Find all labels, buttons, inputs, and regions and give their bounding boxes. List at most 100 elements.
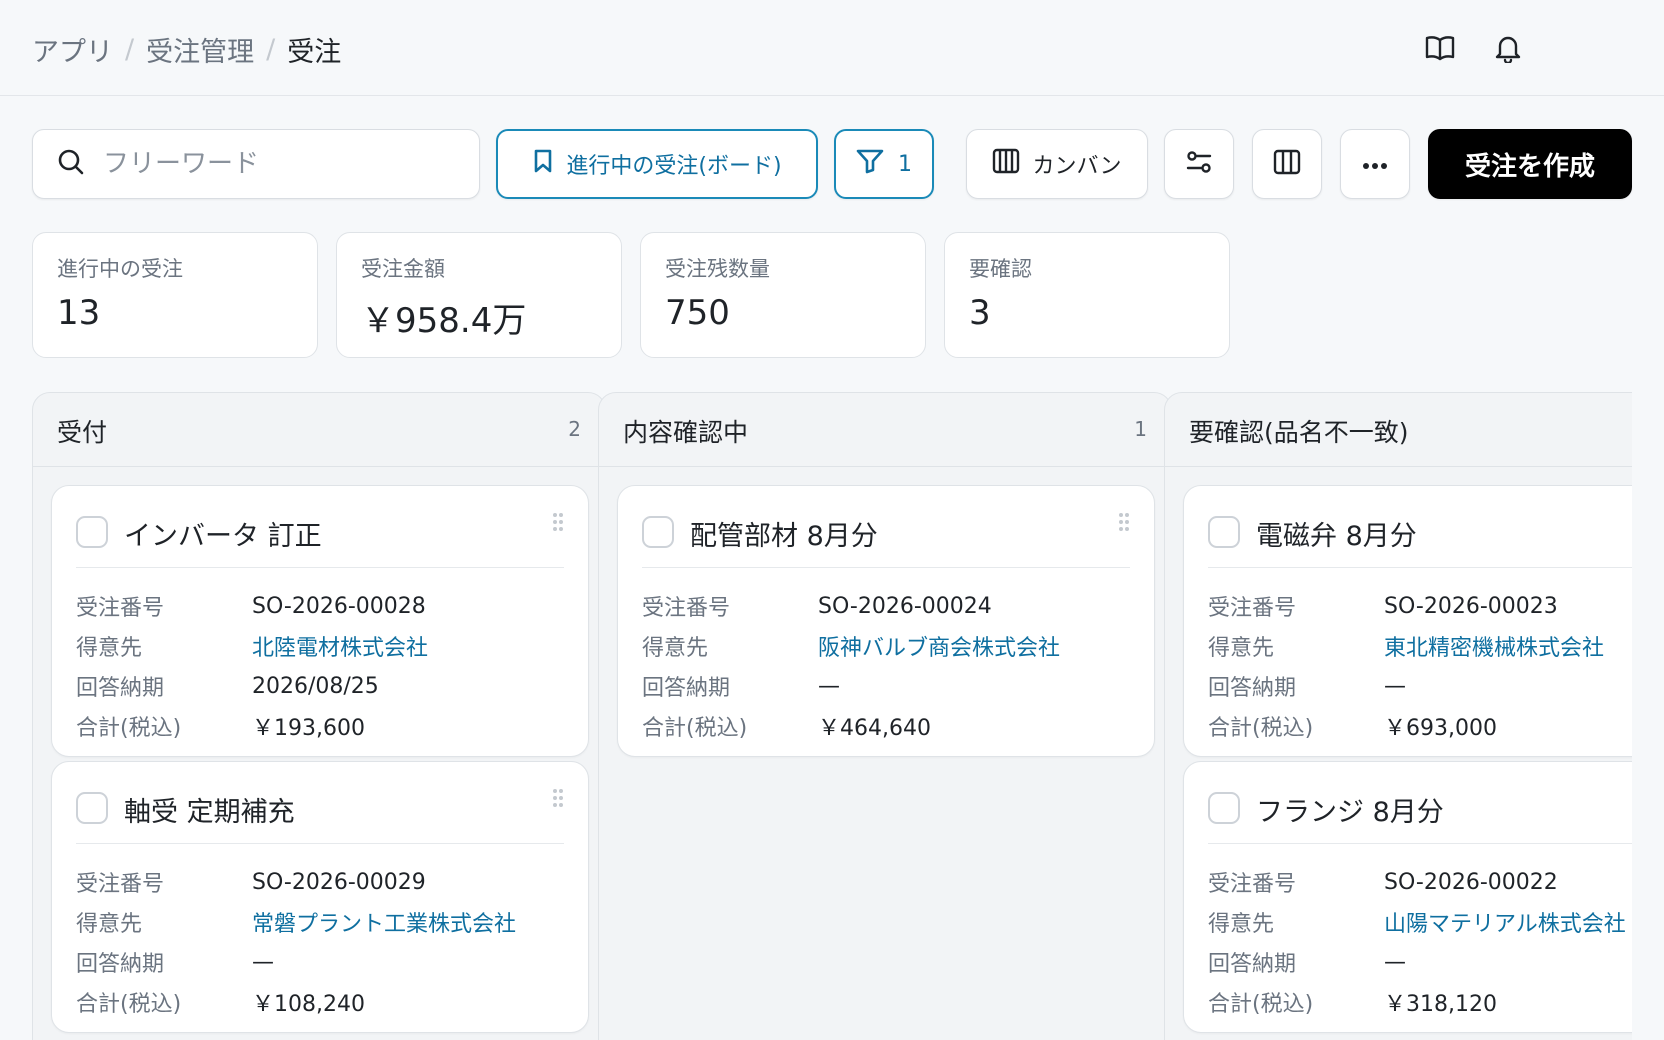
stat-label: 受注金額 bbox=[361, 257, 445, 281]
stat-card-backlog-qty: 受注残数量 750 bbox=[640, 232, 926, 358]
columns-icon bbox=[1273, 149, 1301, 179]
customer-link[interactable]: 阪神バルブ商会株式会社 bbox=[818, 630, 1060, 662]
stat-card-needs-review: 要確認 3 bbox=[944, 232, 1230, 358]
search-input[interactable] bbox=[103, 149, 463, 179]
column-title: 受付 bbox=[57, 418, 108, 447]
kanban-board: 受付 2 インバータ 訂正 受注番号 SO-2026-00028 得意先 北陸電材株… bbox=[32, 392, 1632, 1040]
card-checkbox[interactable] bbox=[1208, 792, 1240, 824]
kanban-column-reviewing: 内容確認中 1 配管部材 8月分 受注番号 SO-2026-00024 得意先 阪神… bbox=[598, 392, 1172, 1040]
field-label: 受注番号 bbox=[76, 872, 165, 897]
filter-count-badge: 1 bbox=[898, 151, 912, 177]
kanban-columns-icon bbox=[992, 148, 1020, 180]
field-label: 合計(税込) bbox=[76, 992, 182, 1017]
more-horizontal-icon bbox=[1362, 155, 1388, 174]
stat-value: 750 bbox=[665, 293, 730, 333]
create-order-button[interactable]: 受注を作成 bbox=[1428, 129, 1632, 199]
kanban-column-needs-review: 要確認(品名不一致) 電磁弁 8月分 受注番号 SO-2026-00023 得意先… bbox=[1164, 392, 1632, 1040]
total-amount: ￥193,600 bbox=[252, 716, 365, 741]
stat-value: ￥958.4万 bbox=[361, 301, 527, 341]
order-card[interactable]: 電磁弁 8月分 受注番号 SO-2026-00023 得意先 東北精密機械株式会社 … bbox=[1183, 485, 1632, 757]
card-checkbox[interactable] bbox=[1208, 516, 1240, 548]
field-label: 回答納期 bbox=[76, 676, 165, 701]
card-title[interactable]: 配管部材 8月分 bbox=[690, 514, 878, 553]
field-label: 合計(税込) bbox=[642, 716, 748, 741]
search-icon bbox=[57, 148, 85, 180]
kanban-column-received: 受付 2 インバータ 訂正 受注番号 SO-2026-00028 得意先 北陸電材株… bbox=[32, 392, 606, 1040]
order-number: SO-2026-00029 bbox=[252, 869, 426, 895]
customer-link[interactable]: 山陽マテリアル株式会社 bbox=[1384, 906, 1626, 938]
field-label: 受注番号 bbox=[76, 596, 165, 621]
drag-handle-icon[interactable] bbox=[552, 512, 564, 536]
card-checkbox[interactable] bbox=[76, 792, 108, 824]
order-number: SO-2026-00028 bbox=[252, 593, 426, 619]
sliders-icon bbox=[1186, 149, 1212, 179]
due-date: — bbox=[1384, 949, 1406, 975]
total-amount: ￥108,240 bbox=[252, 992, 365, 1017]
order-card[interactable]: 軸受 定期補充 受注番号 SO-2026-00029 得意先 常磐プラント工業株式会… bbox=[51, 761, 589, 1033]
field-label: 回答納期 bbox=[76, 952, 165, 977]
customer-link[interactable]: 北陸電材株式会社 bbox=[252, 630, 428, 662]
breadcrumb-item-order-management[interactable]: 受注管理 bbox=[146, 30, 254, 69]
order-number: SO-2026-00022 bbox=[1384, 869, 1558, 895]
field-label: 合計(税込) bbox=[1208, 992, 1314, 1017]
drag-handle-icon[interactable] bbox=[1118, 512, 1130, 536]
due-date: 2026/08/25 bbox=[252, 673, 379, 699]
card-title[interactable]: 軸受 定期補充 bbox=[124, 790, 295, 829]
field-label: 合計(税込) bbox=[76, 716, 182, 741]
field-label: 得意先 bbox=[76, 912, 143, 937]
column-title: 内容確認中 bbox=[623, 418, 749, 447]
field-label: 得意先 bbox=[1208, 636, 1275, 661]
field-label: 受注番号 bbox=[642, 596, 731, 621]
customer-link[interactable]: 常磐プラント工業株式会社 bbox=[252, 906, 516, 938]
order-number: SO-2026-00024 bbox=[818, 593, 992, 619]
stat-label: 進行中の受注 bbox=[57, 257, 183, 281]
field-label: 得意先 bbox=[76, 636, 143, 661]
field-label: 回答納期 bbox=[642, 676, 731, 701]
field-label: 合計(税込) bbox=[1208, 716, 1314, 741]
field-label: 回答納期 bbox=[1208, 952, 1297, 977]
column-header: 内容確認中 1 bbox=[599, 393, 1171, 467]
column-header: 受付 2 bbox=[33, 393, 605, 467]
field-label: 受注番号 bbox=[1208, 596, 1297, 621]
order-card[interactable]: フランジ 8月分 受注番号 SO-2026-00022 得意先 山陽マテリアル株式会… bbox=[1183, 761, 1632, 1033]
column-count: 2 bbox=[568, 417, 581, 441]
field-label: 受注番号 bbox=[1208, 872, 1297, 897]
filter-button[interactable]: 1 bbox=[834, 129, 934, 199]
bookmark-icon bbox=[532, 148, 554, 180]
more-button[interactable] bbox=[1340, 129, 1410, 199]
filter-icon bbox=[856, 148, 884, 180]
stat-value: 13 bbox=[57, 293, 101, 333]
top-bar: アプリ / 受注管理 / 受注 bbox=[0, 0, 1664, 96]
order-card[interactable]: インバータ 訂正 受注番号 SO-2026-00028 得意先 北陸電材株式会社 回… bbox=[51, 485, 589, 757]
saved-view-label: 進行中の受注(ボード) bbox=[566, 154, 782, 179]
breadcrumb-item-current: 受注 bbox=[287, 37, 342, 68]
bell-icon[interactable] bbox=[1488, 28, 1528, 68]
due-date: — bbox=[252, 949, 274, 975]
saved-view-button[interactable]: 進行中の受注(ボード) bbox=[496, 129, 818, 199]
stat-label: 要確認 bbox=[969, 257, 1032, 281]
column-count: 1 bbox=[1134, 417, 1147, 441]
breadcrumb-separator: / bbox=[266, 34, 276, 65]
search-box[interactable] bbox=[32, 129, 480, 199]
stat-card-in-progress: 進行中の受注 13 bbox=[32, 232, 318, 358]
columns-button[interactable] bbox=[1252, 129, 1322, 199]
book-open-icon[interactable] bbox=[1420, 28, 1460, 68]
total-amount: ￥464,640 bbox=[818, 716, 931, 741]
card-title[interactable]: インバータ 訂正 bbox=[124, 514, 322, 553]
breadcrumb-separator: / bbox=[125, 34, 135, 65]
breadcrumb: アプリ / 受注管理 / 受注 bbox=[32, 30, 341, 69]
card-title[interactable]: 電磁弁 8月分 bbox=[1256, 514, 1417, 553]
stat-label: 受注残数量 bbox=[665, 257, 770, 281]
drag-handle-icon[interactable] bbox=[552, 788, 564, 812]
field-label: 得意先 bbox=[642, 636, 709, 661]
field-label: 得意先 bbox=[1208, 912, 1275, 937]
display-settings-button[interactable] bbox=[1164, 129, 1234, 199]
stat-card-order-amount: 受注金額 ￥958.4万 bbox=[336, 232, 622, 358]
view-mode-button[interactable]: カンバン bbox=[966, 129, 1148, 199]
customer-link[interactable]: 東北精密機械株式会社 bbox=[1384, 630, 1604, 662]
card-checkbox[interactable] bbox=[642, 516, 674, 548]
card-title[interactable]: フランジ 8月分 bbox=[1256, 790, 1444, 829]
card-checkbox[interactable] bbox=[76, 516, 108, 548]
breadcrumb-item-app[interactable]: アプリ bbox=[32, 30, 113, 69]
order-card[interactable]: 配管部材 8月分 受注番号 SO-2026-00024 得意先 阪神バルブ商会株式会… bbox=[617, 485, 1155, 757]
